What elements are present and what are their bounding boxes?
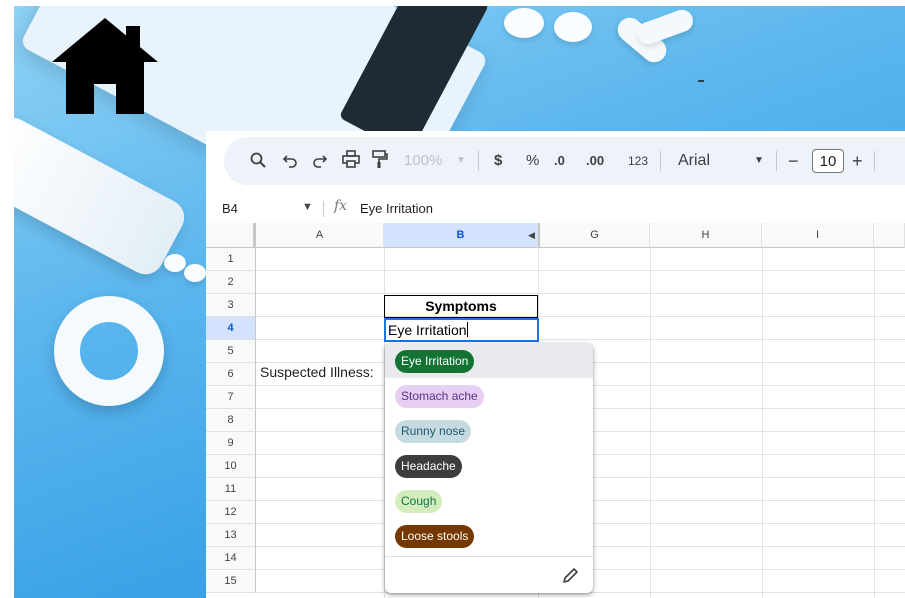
text-cursor — [466, 322, 468, 337]
undo-icon[interactable] — [282, 137, 298, 185]
cell-b4-value: Eye Irritation — [388, 322, 467, 338]
chip-stomach-ache: Stomach ache — [395, 385, 484, 408]
decrease-decimal-button[interactable]: .0 — [554, 137, 565, 185]
number-format-button[interactable]: 123 — [628, 137, 648, 185]
pill-shape — [184, 264, 206, 282]
column-header-b[interactable]: B — [384, 223, 538, 248]
font-dropdown-arrow[interactable]: ▼ — [754, 137, 764, 185]
row-header[interactable]: 3 — [206, 294, 256, 317]
dropdown-option[interactable]: Headache — [385, 448, 593, 483]
row-header[interactable]: 4 — [206, 317, 256, 340]
decrease-font-size-button[interactable]: − — [788, 137, 799, 185]
increase-decimal-button[interactable]: .00 — [586, 137, 604, 185]
formula-bar: B4 ▼ fx Eye Irritation — [206, 195, 905, 223]
increase-font-size-button[interactable]: + — [852, 137, 863, 185]
chip-headache: Headache — [395, 455, 462, 478]
print-icon[interactable] — [342, 137, 360, 185]
row-header[interactable]: 11 — [206, 478, 256, 501]
row-header[interactable]: 13 — [206, 524, 256, 547]
data-validation-dropdown: Eye Irritation Stomach ache Runny nose H… — [385, 343, 593, 593]
cell-a6-suspected-illness[interactable]: Suspected Illness: — [260, 364, 374, 380]
select-all-corner[interactable] — [206, 223, 256, 248]
dropdown-divider — [385, 556, 593, 557]
toolbar-divider — [874, 151, 875, 171]
dropdown-option[interactable]: Stomach ache — [385, 378, 593, 413]
zoom-dropdown-arrow[interactable]: ▼ — [456, 137, 466, 185]
tape-roll-shape — [54, 296, 164, 406]
name-box[interactable]: B4 — [222, 201, 238, 216]
currency-format-button[interactable]: $ — [494, 137, 502, 185]
zoom-select[interactable]: 100% — [404, 137, 442, 185]
chip-runny-nose: Runny nose — [395, 420, 472, 443]
chip-cough: Cough — [395, 490, 443, 513]
row-header[interactable]: 6 — [206, 363, 256, 386]
font-size-input[interactable]: 10 — [812, 149, 844, 173]
row-header[interactable]: 8 — [206, 409, 256, 432]
row-header[interactable]: 5 — [206, 340, 256, 363]
row-header[interactable]: 9 — [206, 432, 256, 455]
cell-b3-symptoms-header[interactable]: Symptoms — [384, 295, 538, 318]
formula-input[interactable]: Eye Irritation — [360, 201, 433, 216]
column-gridline — [762, 248, 763, 598]
edit-pencil-icon[interactable] — [561, 567, 579, 585]
hidden-columns-left-arrow-icon[interactable]: ◀ — [528, 223, 535, 248]
toolbar: 100% ▼ $ % .0 .00 123 Arial ▼ − 10 + — [224, 137, 905, 185]
column-header-i[interactable]: I — [762, 223, 874, 248]
pill-shape — [554, 12, 592, 42]
toolbar-divider — [478, 151, 479, 171]
row-header[interactable]: 2 — [206, 271, 256, 294]
row-header[interactable]: 12 — [206, 501, 256, 524]
home-icon[interactable] — [52, 18, 158, 114]
dropdown-option[interactable]: Cough — [385, 483, 593, 518]
toolbar-divider — [660, 151, 661, 171]
column-gridline — [874, 248, 875, 598]
row-header[interactable]: 7 — [206, 386, 256, 409]
percent-format-button[interactable]: % — [526, 137, 539, 185]
row-header[interactable]: 10 — [206, 455, 256, 478]
name-box-dropdown-icon[interactable]: ▼ — [302, 201, 313, 213]
dropdown-option[interactable]: Eye Irritation — [385, 343, 593, 378]
column-header-h[interactable]: H — [650, 223, 762, 248]
bottle-shape — [14, 111, 191, 281]
column-header-a[interactable]: A — [256, 223, 384, 248]
pill-shape — [504, 8, 544, 38]
dropdown-option[interactable]: Loose stools — [385, 518, 593, 553]
toolbar-divider — [776, 151, 777, 171]
fx-icon: fx — [334, 198, 348, 214]
cell-b4-active[interactable]: Eye Irritation — [384, 318, 539, 342]
column-header-g[interactable]: G — [538, 223, 650, 248]
redo-icon[interactable] — [312, 137, 328, 185]
paint-format-icon[interactable] — [372, 137, 388, 185]
chip-loose-stools: Loose stools — [395, 525, 475, 548]
row-header[interactable]: 14 — [206, 547, 256, 570]
search-icon[interactable] — [250, 137, 266, 185]
row-header[interactable]: 15 — [206, 570, 256, 593]
chip-eye-irritation: Eye Irritation — [395, 350, 475, 373]
font-select[interactable]: Arial — [678, 137, 710, 185]
column-header-next[interactable] — [874, 223, 905, 248]
dash-mark — [698, 80, 704, 82]
pill-shape — [164, 254, 186, 272]
column-gridline — [650, 248, 651, 598]
capsule-shape — [633, 6, 697, 48]
dropdown-option[interactable]: Runny nose — [385, 413, 593, 448]
formula-divider — [323, 201, 324, 217]
row-header[interactable]: 1 — [206, 248, 256, 271]
